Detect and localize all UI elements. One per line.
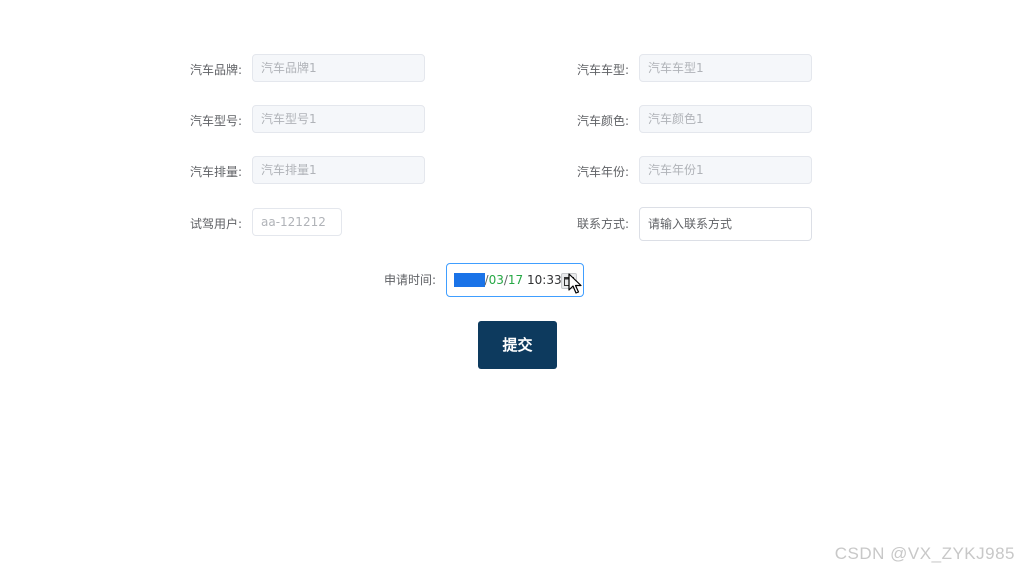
contact-input[interactable]: 请输入联系方式 bbox=[639, 207, 812, 241]
submit-button[interactable]: 提交 bbox=[478, 321, 557, 369]
model-label: 汽车型号: bbox=[189, 114, 242, 128]
brand-label: 汽车品牌: bbox=[189, 63, 242, 77]
test-drive-form-page: 汽车品牌: 汽车品牌1 汽车车型: 汽车车型1 汽车型号: 汽车型号1 汽车颜色… bbox=[0, 0, 1021, 572]
car-type-label: 汽车车型: bbox=[576, 63, 629, 77]
datetime-month[interactable]: 03 bbox=[489, 273, 504, 287]
model-input[interactable]: 汽车型号1 bbox=[252, 105, 425, 133]
datetime-time[interactable]: 10:33 bbox=[527, 273, 562, 287]
apply-time-label: 申请时间: bbox=[383, 273, 436, 287]
apply-time-datetime-input[interactable]: 2023/03/17 10:33 bbox=[446, 263, 584, 297]
displacement-label: 汽车排量: bbox=[189, 165, 242, 179]
displacement-input[interactable]: 汽车排量1 bbox=[252, 156, 425, 184]
watermark-text: CSDN @VX_ZYKJ985 bbox=[834, 544, 1015, 563]
brand-input[interactable]: 汽车品牌1 bbox=[252, 54, 425, 82]
year-input[interactable]: 汽车年份1 bbox=[639, 156, 812, 184]
datetime-day[interactable]: 17 bbox=[508, 273, 523, 287]
test-drive-user-label: 试驾用户: bbox=[189, 217, 242, 231]
mouse-pointer-icon bbox=[568, 273, 582, 299]
test-drive-user-input[interactable]: aa-121212 bbox=[252, 208, 342, 236]
contact-label: 联系方式: bbox=[576, 217, 629, 231]
datetime-value: 2023/03/17 10:33 bbox=[454, 273, 562, 287]
car-type-input[interactable]: 汽车车型1 bbox=[639, 54, 812, 82]
color-label: 汽车颜色: bbox=[576, 114, 629, 128]
datetime-year[interactable]: 2023 bbox=[454, 273, 485, 287]
year-label: 汽车年份: bbox=[576, 165, 629, 179]
color-input[interactable]: 汽车颜色1 bbox=[639, 105, 812, 133]
